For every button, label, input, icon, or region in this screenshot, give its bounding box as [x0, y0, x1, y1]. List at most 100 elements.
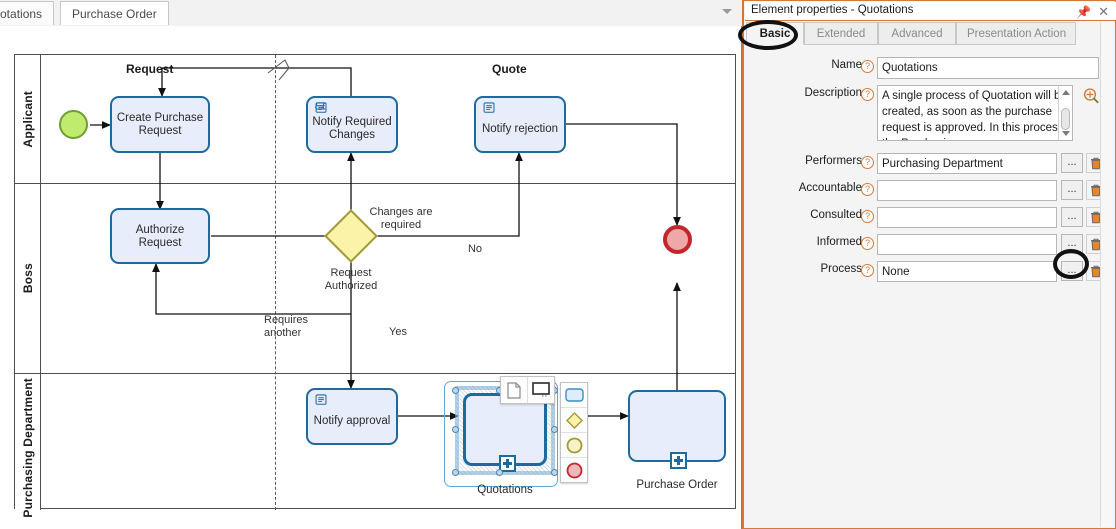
- help-icon[interactable]: ?: [861, 237, 874, 250]
- accountable-browse-button[interactable]: ...: [1061, 180, 1083, 200]
- lane-header-applicant: Applicant: [15, 55, 41, 183]
- script-task-icon: [315, 394, 327, 405]
- help-icon[interactable]: ?: [861, 60, 874, 73]
- tab-presentation-action[interactable]: Presentation Action: [956, 22, 1076, 45]
- lane-header-boss: Boss: [15, 184, 41, 373]
- field-row-performers: Performers ? Purchasing Department ...: [744, 153, 1116, 175]
- diagram-editor: Quotations Purchase Order Applicant: [0, 0, 742, 529]
- gateway-label-line2: Authorized: [324, 280, 378, 292]
- pin-icon[interactable]: 📌: [1076, 5, 1091, 19]
- script-task-icon: [483, 102, 495, 113]
- task-label-line2: Request: [138, 125, 182, 137]
- phase-label-request: Request: [126, 62, 174, 76]
- diagram-canvas[interactable]: Applicant Boss Purchasing Department Req…: [0, 26, 742, 529]
- resize-handle-bottom-right[interactable]: [551, 469, 558, 476]
- phase-label-quote: Quote: [492, 62, 527, 76]
- field-label-process: Process: [820, 263, 862, 275]
- field-label-description: Description: [804, 87, 862, 99]
- lane-header-purchasing-department: Purchasing Department: [15, 374, 41, 518]
- tab-extended[interactable]: Extended: [804, 22, 878, 45]
- tab-purchase-order[interactable]: Purchase Order: [60, 1, 169, 25]
- help-icon[interactable]: ?: [861, 88, 874, 101]
- performers-input[interactable]: Purchasing Department: [877, 153, 1057, 174]
- task-label-line2: Changes: [328, 129, 376, 141]
- task-label-line1: Authorize: [135, 224, 185, 236]
- scroll-up-arrow[interactable]: [1062, 90, 1070, 95]
- resize-handle-top-left[interactable]: [452, 387, 459, 394]
- consulted-browse-button[interactable]: ...: [1061, 207, 1083, 227]
- resize-handle-left[interactable]: [452, 426, 459, 433]
- task-shape-icon[interactable]: [561, 383, 587, 408]
- task-notify-rejection[interactable]: Notify rejection: [474, 96, 566, 153]
- data-object-icon[interactable]: [501, 377, 528, 403]
- field-row-consulted: Consulted ? ...: [744, 207, 1116, 229]
- floating-palette-right[interactable]: [560, 382, 588, 483]
- task-notify-required-changes[interactable]: Notify Required Changes: [306, 96, 398, 153]
- field-label-consulted: Consulted: [810, 209, 862, 221]
- start-event[interactable]: [59, 110, 88, 139]
- description-textarea[interactable]: A single process of Quotation will be cr…: [877, 85, 1073, 141]
- description-scrollbar[interactable]: [1058, 86, 1072, 140]
- flow-label-requires-another-line1: Requires: [264, 314, 309, 326]
- task-label-line1: Notify Required: [312, 116, 392, 128]
- task-label-line1: Notify approval: [313, 415, 391, 427]
- flow-label-requires-another-line2: another: [264, 327, 302, 339]
- name-input[interactable]: Quotations: [877, 57, 1099, 79]
- lane-label-applicant-text: Applicant: [20, 90, 35, 148]
- field-label-informed: Informed: [816, 236, 862, 248]
- text-annotation-icon[interactable]: [528, 377, 554, 403]
- tab-advanced[interactable]: Advanced: [878, 22, 956, 45]
- end-event[interactable]: [663, 225, 692, 254]
- gateway-label-line1: Request: [330, 267, 372, 279]
- scroll-down-arrow[interactable]: [1062, 131, 1070, 136]
- help-icon[interactable]: ?: [861, 183, 874, 196]
- task-authorize-request[interactable]: Authorize Request: [110, 208, 210, 264]
- task-create-purchase-request[interactable]: Create Purchase Request: [110, 96, 210, 153]
- resize-handle-bottom[interactable]: [496, 469, 503, 476]
- consulted-input[interactable]: [877, 207, 1057, 228]
- lane-label-applicant: Applicant: [15, 55, 40, 183]
- application-window: Quotations Purchase Order Applicant: [0, 0, 1116, 529]
- field-row-name: Name ? Quotations: [744, 57, 1116, 79]
- subprocess-purchase-order[interactable]: [628, 390, 726, 469]
- lane-label-boss-text: Boss: [20, 263, 35, 294]
- help-icon[interactable]: ?: [861, 210, 874, 223]
- accountable-input[interactable]: [877, 180, 1057, 201]
- field-label-accountable: Accountable: [798, 182, 862, 194]
- subprocess-label-purchase-order: Purchase Order: [636, 479, 718, 491]
- intermediate-event-shape-icon[interactable]: [561, 433, 587, 458]
- subprocess-label-quotations: Quotations: [477, 484, 533, 496]
- flow-label-no: No: [467, 243, 483, 255]
- help-icon[interactable]: ?: [861, 264, 874, 277]
- annotation-oval-process-browse: [1053, 249, 1089, 279]
- field-row-description: Description ? A single process of Quotat…: [744, 85, 1116, 147]
- end-event-shape-icon[interactable]: [561, 458, 587, 482]
- resize-handle-right[interactable]: [551, 426, 558, 433]
- chevron-down-icon[interactable]: [722, 9, 732, 14]
- panel-title-bar: Element properties - Quotations 📌 ✕: [745, 2, 1116, 21]
- tab-quotations[interactable]: Quotations: [0, 1, 55, 25]
- phase-divider: [275, 55, 276, 510]
- lane-label-purchasing-department-text: Purchasing Department: [20, 378, 35, 518]
- script-task-icon: [315, 102, 327, 113]
- expand-subprocess-icon[interactable]: [670, 452, 687, 469]
- panel-title: Element properties - Quotations: [751, 4, 914, 16]
- panel-scrollbar[interactable]: [1100, 22, 1113, 527]
- gateway-shape-icon[interactable]: [561, 408, 587, 433]
- panel-tab-bar: Basic Extended Advanced Presentation Act…: [746, 22, 1116, 46]
- flow-label-yes: Yes: [389, 326, 407, 338]
- field-label-name: Name: [831, 59, 862, 71]
- annotation-oval-basic-tab: [738, 20, 798, 50]
- resize-handle-bottom-left[interactable]: [452, 469, 459, 476]
- process-input[interactable]: None: [877, 261, 1057, 282]
- scrollbar-thumb[interactable]: [1061, 108, 1070, 130]
- close-icon[interactable]: ✕: [1098, 4, 1109, 20]
- performers-browse-button[interactable]: ...: [1061, 153, 1083, 173]
- floating-palette-top[interactable]: [500, 376, 555, 404]
- task-notify-approval[interactable]: Notify approval: [306, 388, 398, 445]
- lane-label-boss: Boss: [15, 184, 40, 373]
- flow-label-changes-are-required-line2: required: [380, 219, 422, 231]
- magnifier-icon[interactable]: [1082, 87, 1100, 105]
- help-icon[interactable]: ?: [861, 156, 874, 169]
- informed-input[interactable]: [877, 234, 1057, 255]
